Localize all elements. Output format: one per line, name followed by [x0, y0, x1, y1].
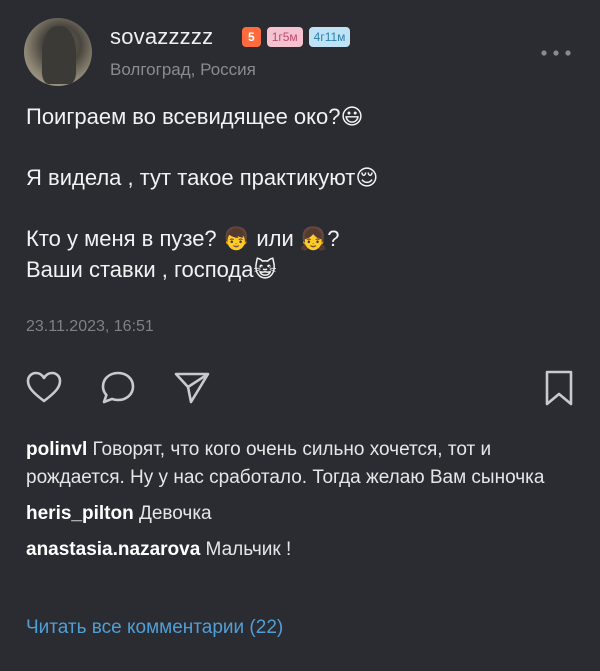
- age-badge: 1г5м: [266, 27, 303, 47]
- post-text: Поиграем во всевидящее око?😃 Я видела , …: [26, 102, 576, 286]
- grinning-emoji: 😃: [340, 105, 364, 130]
- all-comments-link[interactable]: Читать все комментарии (22): [26, 617, 283, 639]
- level-badge: 5: [242, 27, 261, 47]
- bookmark-button[interactable]: [539, 368, 579, 408]
- comment-item: polinvl Говорят, что кого очень сильно х…: [26, 436, 581, 492]
- post-line: Кто у меня в пузе? 👦 или 👧?: [26, 226, 340, 252]
- relieved-emoji: 😌: [355, 166, 379, 191]
- comment-item: heris_pilton Девочка: [26, 500, 581, 528]
- action-bar: [24, 368, 579, 412]
- membership-badge: 4г11м: [308, 27, 351, 47]
- comment-button[interactable]: [98, 368, 138, 408]
- author-location: Волгоград, Россия: [110, 60, 256, 79]
- comment-text: Говорят, что кого очень сильно хочется, …: [26, 439, 545, 488]
- more-icon[interactable]: [540, 48, 572, 58]
- girl-emoji: 👧: [299, 227, 328, 252]
- avatar[interactable]: [24, 18, 92, 86]
- share-icon: [174, 372, 210, 404]
- comment-username[interactable]: anastasia.nazarova: [26, 539, 200, 560]
- comment-username[interactable]: heris_pilton: [26, 503, 134, 524]
- like-button[interactable]: [24, 368, 64, 408]
- share-button[interactable]: [172, 368, 212, 408]
- post-timestamp: 23.11.2023, 16:51: [26, 318, 154, 335]
- heart-icon: [26, 371, 62, 403]
- comment-text: Мальчик !: [205, 539, 292, 560]
- post-header: sovazzzzz 5 1г5м 4г11м Волгоград, Россия: [24, 18, 584, 88]
- post-line: Поиграем во всевидящее око?😃: [26, 104, 364, 130]
- comments-list: polinvl Говорят, что кого очень сильно х…: [26, 436, 581, 572]
- comment-icon: [101, 371, 135, 404]
- post-line: Я видела , тут такое практикуют😌: [26, 165, 379, 191]
- author-username[interactable]: sovazzzzz: [110, 24, 213, 50]
- comment-text: Девочка: [138, 503, 212, 524]
- boy-emoji: 👦: [222, 227, 251, 252]
- cat-emoji: 😺: [253, 258, 277, 283]
- author-badges: 5 1г5м 4г11м: [242, 27, 351, 47]
- comment-item: anastasia.nazarova Мальчик !: [26, 536, 581, 564]
- post-line: Ваши ставки , господа😺: [26, 257, 277, 283]
- bookmark-icon: [545, 370, 573, 406]
- comment-username[interactable]: polinvl: [26, 439, 87, 460]
